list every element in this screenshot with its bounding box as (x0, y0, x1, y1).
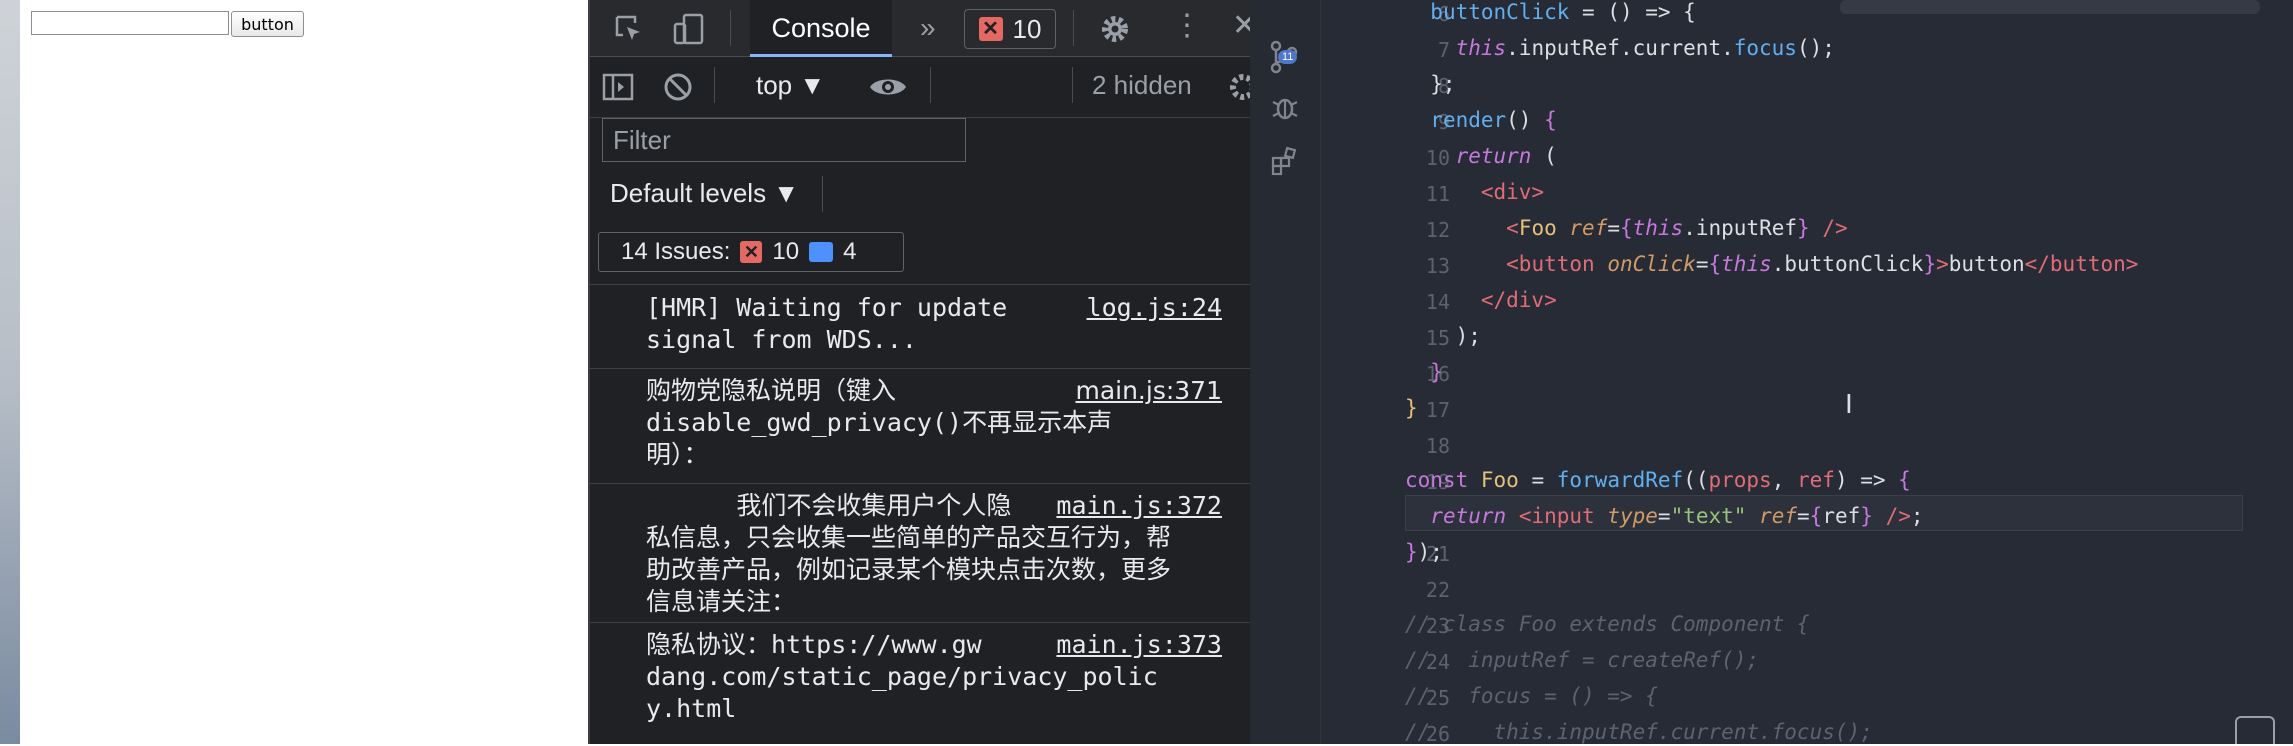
code-line: }); (1405, 540, 1443, 564)
code-line: buttonClick = () => { (1430, 0, 1696, 24)
code-line: return ( (1455, 144, 1557, 168)
divider (822, 176, 823, 212)
console-message: 购物党隐私说明（键入 disable_gwd_privacy()不再显示本声 明… (590, 369, 1252, 484)
device-toolbar-icon[interactable] (672, 12, 706, 46)
log-levels-dropdown[interactable]: Default levels ▼ (610, 178, 799, 209)
devtools-toolbar: Console » ✕ 10 ⋮ ✕ (590, 0, 1257, 57)
divider (1073, 10, 1074, 46)
log-source-link[interactable]: main.js:371 (1069, 375, 1222, 407)
activity-bar: 11 (1250, 0, 1321, 744)
issues-message-count: 4 (843, 238, 857, 265)
devtools-panel: Console » ✕ 10 ⋮ ✕ top ▼ 2 hidden Filter… (588, 0, 1257, 744)
console-settings-icon[interactable] (1226, 70, 1252, 104)
more-options-icon[interactable]: ⋮ (1172, 11, 1202, 41)
error-count: 10 (1012, 13, 1042, 44)
issues-button[interactable]: 14 Issues: ✕ 10 4 (598, 232, 904, 272)
text-cursor-icon: I (1845, 388, 1853, 419)
issues-error-count: 10 (772, 238, 800, 265)
error-icon: ✕ (740, 241, 763, 263)
blurred-overlay (1840, 0, 2260, 14)
inspect-element-icon[interactable] (614, 14, 644, 44)
eye-icon[interactable] (868, 74, 908, 100)
code-line: this.inputRef.current.focus(); (1455, 36, 1835, 60)
divider (590, 284, 1252, 285)
code-line: <Foo ref={this.inputRef} /> (1506, 216, 1848, 240)
console-message: 我们不会收集用户个人隐 私信息，只会收集一些简单的产品交互行为，帮 助改善产品，… (590, 484, 1252, 623)
console-message: [HMR] Waiting for update signal from WDS… (590, 286, 1252, 369)
extensions-icon[interactable] (1270, 146, 1300, 176)
console-message: 隐私协议：https://www.gw dang.com/static_page… (590, 623, 1252, 744)
settings-gear-icon[interactable] (1098, 12, 1132, 46)
divider (730, 10, 731, 46)
log-source-link[interactable]: main.js:372 (1050, 490, 1222, 522)
code-line: </div> (1480, 288, 1557, 312)
code-line: // focus = () => { (1405, 684, 1658, 708)
clear-console-icon[interactable] (662, 71, 694, 103)
code-area[interactable]: buttonClick = () => { this.inputRef.curr… (1405, 0, 2265, 744)
context-selector[interactable]: top ▼ (756, 70, 825, 101)
focus-button[interactable]: button (231, 11, 304, 37)
error-count-badge[interactable]: ✕ 10 (964, 9, 1056, 49)
code-line: const Foo = forwardRef((props, ref) => { (1405, 468, 1911, 492)
browser-viewport: button (20, 0, 588, 744)
code-line: } (1405, 396, 1418, 420)
code-editor: 11 6 7 8 9 10 11 12 13 14 15 16 17 18 19… (1250, 0, 2293, 746)
divider (714, 67, 715, 103)
source-control-badge: 11 (1278, 50, 1298, 64)
log-source-link[interactable]: main.js:373 (1050, 629, 1222, 661)
code-line: ); (1405, 324, 1481, 348)
tab-console[interactable]: Console (750, 0, 892, 57)
code-line: } (1430, 360, 1443, 384)
code-line: }; (1405, 72, 1456, 96)
filter-input[interactable]: Filter (602, 118, 966, 162)
code-line: return <input type="text" ref={ref} />; (1430, 504, 1924, 528)
message-icon (809, 242, 834, 262)
divider (930, 67, 931, 103)
sidebar-toggle-icon[interactable] (602, 73, 634, 101)
code-line: // inputRef = createRef(); (1405, 648, 1760, 672)
text-input[interactable] (31, 11, 229, 35)
hidden-messages-count: 2 hidden (1092, 70, 1192, 100)
code-line: <div> (1480, 180, 1545, 204)
code-line: render() { (1430, 108, 1557, 132)
issues-label: 14 Issues: (621, 238, 731, 265)
code-line: // class Foo extends Component { (1405, 612, 1810, 636)
more-tabs-icon[interactable]: » (920, 14, 936, 42)
divider (1072, 67, 1073, 103)
error-icon: ✕ (978, 17, 1003, 41)
debug-icon[interactable] (1270, 92, 1300, 122)
desktop-edge (0, 0, 20, 744)
code-line: // this.inputRef.current.focus(); (1405, 720, 1873, 744)
terminal-icon[interactable] (2235, 716, 2275, 744)
code-line: <button onClick={this.buttonClick}>butto… (1506, 252, 2139, 276)
log-source-link[interactable]: log.js:24 (1080, 292, 1222, 324)
